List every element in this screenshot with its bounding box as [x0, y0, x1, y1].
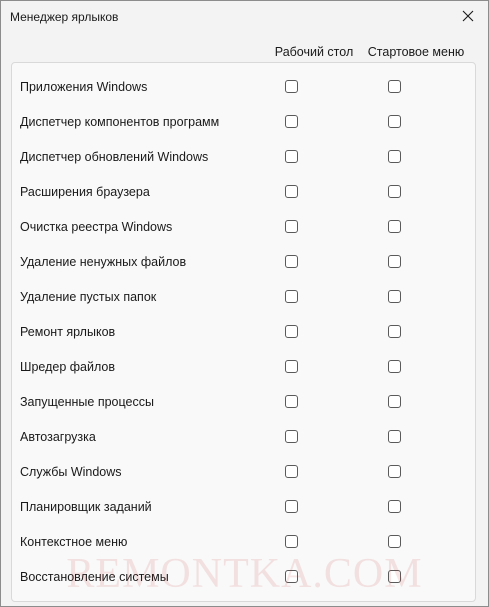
desktop-checkbox[interactable]	[285, 289, 298, 303]
start-menu-checkbox[interactable]	[388, 464, 401, 478]
list-item: Контекстное меню	[12, 524, 475, 559]
start-menu-checkbox[interactable]	[388, 534, 401, 548]
start-menu-checkbox[interactable]	[388, 569, 401, 583]
column-header-desktop: Рабочий стол	[274, 45, 354, 59]
list-item: Шредер файлов	[12, 349, 475, 384]
desktop-checkbox[interactable]	[285, 184, 298, 198]
desktop-checkbox[interactable]	[285, 394, 298, 408]
start-menu-checkbox[interactable]	[388, 184, 401, 198]
close-icon	[462, 10, 474, 22]
start-menu-checkbox[interactable]	[388, 219, 401, 233]
desktop-checkbox[interactable]	[285, 359, 298, 373]
list-item-label: Службы Windows	[20, 464, 122, 479]
list-item-label: Расширения браузера	[20, 184, 150, 199]
start-menu-checkbox[interactable]	[388, 114, 401, 128]
window-title: Менеджер ярлыков	[10, 10, 119, 24]
list-item: Службы Windows	[12, 454, 475, 489]
list-item: Ремонт ярлыков	[12, 314, 475, 349]
desktop-checkbox[interactable]	[285, 324, 298, 338]
desktop-checkbox[interactable]	[285, 499, 298, 513]
list-item: Запущенные процессы	[12, 384, 475, 419]
list-item-label: Запущенные процессы	[20, 394, 154, 409]
start-menu-checkbox[interactable]	[388, 324, 401, 338]
list-item: Приложения Windows	[12, 69, 475, 104]
desktop-checkbox[interactable]	[285, 219, 298, 233]
start-menu-checkbox[interactable]	[388, 429, 401, 443]
desktop-checkbox[interactable]	[285, 429, 298, 443]
desktop-checkbox[interactable]	[285, 534, 298, 548]
start-menu-checkbox[interactable]	[388, 359, 401, 373]
close-button[interactable]	[448, 1, 488, 31]
list-item: Планировщик заданий	[12, 489, 475, 524]
start-menu-checkbox[interactable]	[388, 499, 401, 513]
list-item-label: Планировщик заданий	[20, 499, 152, 514]
start-menu-checkbox[interactable]	[388, 149, 401, 163]
list-item: Удаление пустых папок	[12, 279, 475, 314]
list-item: Расширения браузера	[12, 174, 475, 209]
list-item: Очистка реестра Windows	[12, 209, 475, 244]
list-item: Восстановление системы	[12, 559, 475, 594]
list-item: Диспетчер компонентов программ	[12, 104, 475, 139]
start-menu-checkbox[interactable]	[388, 254, 401, 268]
list-item-label: Автозагрузка	[20, 429, 96, 444]
desktop-checkbox[interactable]	[285, 149, 298, 163]
list-item: Автозагрузка	[12, 419, 475, 454]
list-item-label: Удаление пустых папок	[20, 289, 157, 304]
shortcut-manager-window: Менеджер ярлыков Рабочий стол Стартовое …	[0, 0, 489, 607]
desktop-checkbox[interactable]	[285, 254, 298, 268]
list-item-label: Контекстное меню	[20, 534, 128, 549]
start-menu-checkbox[interactable]	[388, 79, 401, 93]
desktop-checkbox[interactable]	[285, 569, 298, 583]
desktop-checkbox[interactable]	[285, 114, 298, 128]
start-menu-checkbox[interactable]	[388, 289, 401, 303]
list-item-label: Очистка реестра Windows	[20, 219, 173, 234]
list-item-label: Восстановление системы	[20, 569, 169, 584]
list-item-label: Диспетчер компонентов программ	[20, 114, 220, 129]
list-item-label: Удаление ненужных файлов	[20, 254, 187, 269]
list-item: Диспетчер обновлений Windows	[12, 139, 475, 174]
desktop-checkbox[interactable]	[285, 79, 298, 93]
list-item: Удаление ненужных файлов	[12, 244, 475, 279]
list-item-label: Ремонт ярлыков	[20, 324, 116, 339]
list-item-label: Приложения Windows	[20, 79, 148, 94]
list-item-label: Шредер файлов	[20, 359, 116, 374]
desktop-checkbox[interactable]	[285, 464, 298, 478]
title-bar: Менеджер ярлыков	[1, 1, 488, 33]
column-header-start-menu: Стартовое меню	[367, 45, 465, 59]
start-menu-checkbox[interactable]	[388, 394, 401, 408]
list-item-label: Диспетчер обновлений Windows	[20, 149, 209, 164]
shortcut-list-panel: Приложения Windows Диспетчер компонентов…	[11, 62, 476, 602]
